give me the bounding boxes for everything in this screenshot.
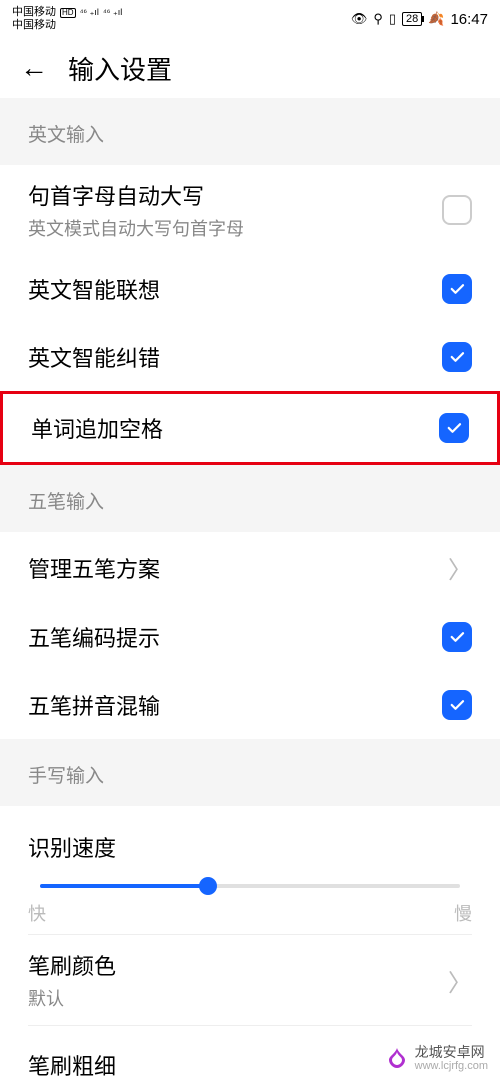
row-code-hint[interactable]: 五笔编码提示 [0,603,500,671]
status-left: 中国移动 HD ⁴⁶ ₊ıl ⁴⁶ ₊ıl 中国移动 [12,7,122,31]
section-english-header: 英文输入 [0,98,500,165]
smart-correction-label: 英文智能纠错 [28,341,160,373]
checkbox-add-space[interactable] [439,413,469,443]
brush-thickness-label: 笔刷粗细 [28,1049,116,1081]
page-header: ← 输入设置 [0,38,500,98]
checkbox-smart-correction[interactable] [442,342,472,372]
bluetooth-icon: ⚲ [373,11,383,27]
row-auto-capitalize[interactable]: 句首字母自动大写 英文模式自动大写句首字母 [0,165,500,255]
eye-icon: 👁 [351,11,368,27]
checkbox-code-hint[interactable] [442,622,472,652]
row-recognition-speed: 识别速度 [0,806,500,874]
battery-indicator: 28 [402,12,422,26]
checkbox-smart-prediction[interactable] [442,274,472,304]
chevron-right-icon: 〉 [448,550,472,585]
row-brush-color[interactable]: 笔刷颜色 默认 〉 [0,935,500,1025]
checkbox-auto-capitalize[interactable] [442,195,472,225]
watermark: 龙城安卓网 www.lcjrfg.com [385,1045,488,1072]
status-right: 👁 ⚲ ▯ 28 🍂 16:47 [351,11,488,28]
recognition-speed-slider[interactable] [0,874,500,888]
brush-color-title: 笔刷颜色 [28,949,448,981]
pinyin-mix-label: 五笔拼音混输 [28,689,160,721]
row-smart-correction[interactable]: 英文智能纠错 [0,323,500,391]
clock: 16:47 [450,11,488,28]
brush-color-value: 默认 [28,985,448,1011]
recognition-speed-label: 识别速度 [28,831,116,863]
leaf-icon: 🍂 [428,11,444,27]
page-title: 输入设置 [68,50,172,87]
checkbox-pinyin-mix[interactable] [442,690,472,720]
vibrate-icon: ▯ [389,11,396,27]
section-wubi-header: 五笔输入 [0,465,500,532]
auto-capitalize-subtitle: 英文模式自动大写句首字母 [28,215,442,241]
watermark-cn: 龙城安卓网 [415,1045,488,1060]
row-manage-scheme[interactable]: 管理五笔方案 〉 [0,532,500,603]
section-handwriting-header: 手写输入 [0,739,500,806]
status-bar: 中国移动 HD ⁴⁶ ₊ıl ⁴⁶ ₊ıl 中国移动 👁 ⚲ ▯ 28 🍂 16… [0,0,500,38]
slider-label-slow: 慢 [454,900,472,926]
smart-prediction-label: 英文智能联想 [28,273,160,305]
row-pinyin-mix[interactable]: 五笔拼音混输 [0,671,500,739]
back-arrow-icon[interactable]: ← [20,52,48,84]
carrier-1: 中国移动 [12,7,56,18]
carrier-2: 中国移动 [12,20,122,31]
auto-capitalize-title: 句首字母自动大写 [28,179,442,211]
code-hint-label: 五笔编码提示 [28,621,160,653]
slider-label-fast: 快 [28,900,46,926]
manage-scheme-label: 管理五笔方案 [28,552,160,584]
hd-badge: HD [60,8,76,18]
highlight-add-space: 单词追加空格 [0,391,500,465]
watermark-en: www.lcjrfg.com [415,1060,488,1072]
row-add-space[interactable]: 单词追加空格 [3,394,497,462]
row-smart-prediction[interactable]: 英文智能联想 [0,255,500,323]
watermark-logo-icon [385,1046,409,1070]
chevron-right-icon: 〉 [448,963,472,998]
add-space-label: 单词追加空格 [31,412,163,444]
